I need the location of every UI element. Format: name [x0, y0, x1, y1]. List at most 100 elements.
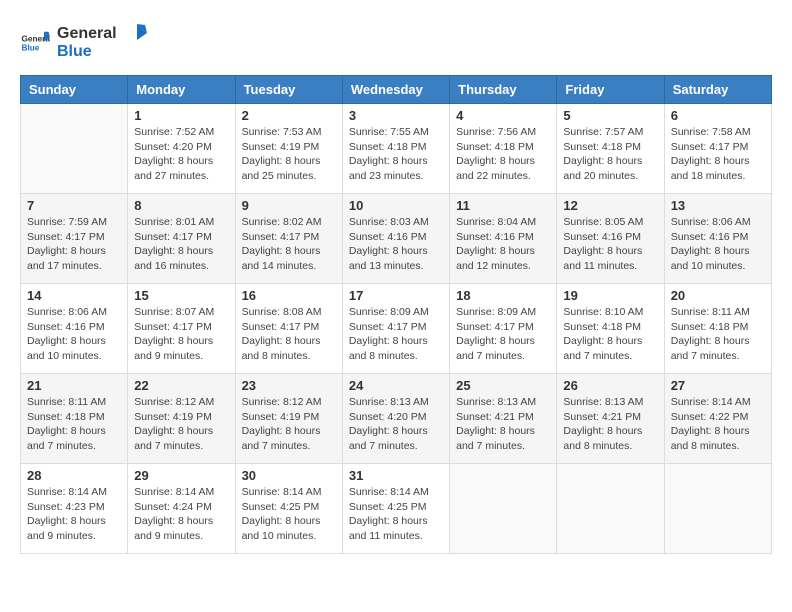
day-info: Sunrise: 8:11 AMSunset: 4:18 PMDaylight:… — [27, 395, 121, 454]
day-info: Sunrise: 7:56 AMSunset: 4:18 PMDaylight:… — [456, 125, 550, 184]
calendar-week-row: 21 Sunrise: 8:11 AMSunset: 4:18 PMDayligh… — [21, 374, 772, 464]
calendar-day-cell: 10Sunrise: 8:03 AMSunset: 4:16 PMDayligh… — [342, 194, 449, 284]
calendar-day-cell: 12 Sunrise: 8:05 AMSunset: 4:16 PMDayligh… — [557, 194, 664, 284]
day-info: Sunrise: 8:06 AMSunset: 4:16 PMDaylight:… — [27, 305, 121, 364]
calendar-day-cell — [450, 464, 557, 554]
day-info: Sunrise: 7:52 AMSunset: 4:20 PMDaylight:… — [134, 125, 228, 184]
calendar-day-cell: 25 Sunrise: 8:13 AMSunset: 4:21 PMDayligh… — [450, 374, 557, 464]
calendar-day-cell: 1Sunrise: 7:52 AMSunset: 4:20 PMDaylight… — [128, 104, 235, 194]
calendar-day-cell: 3 Sunrise: 7:55 AMSunset: 4:18 PMDaylight… — [342, 104, 449, 194]
day-number: 29 — [134, 468, 228, 483]
day-number: 4 — [456, 108, 550, 123]
day-number: 14 — [27, 288, 121, 303]
calendar-day-cell: 24Sunrise: 8:13 AMSunset: 4:20 PMDayligh… — [342, 374, 449, 464]
day-number: 26 — [563, 378, 657, 393]
calendar-day-cell: 11 Sunrise: 8:04 AMSunset: 4:16 PMDayligh… — [450, 194, 557, 284]
day-number: 3 — [349, 108, 443, 123]
calendar-day-cell: 29 Sunrise: 8:14 AMSunset: 4:24 PMDayligh… — [128, 464, 235, 554]
header: General Blue General Blue — [20, 20, 772, 65]
calendar-day-cell: 21 Sunrise: 8:11 AMSunset: 4:18 PMDayligh… — [21, 374, 128, 464]
calendar-day-cell: 23 Sunrise: 8:12 AMSunset: 4:19 PMDayligh… — [235, 374, 342, 464]
day-number: 2 — [242, 108, 336, 123]
day-info: Sunrise: 8:13 AMSunset: 4:21 PMDaylight:… — [456, 395, 550, 454]
calendar-day-cell — [664, 464, 771, 554]
day-number: 23 — [242, 378, 336, 393]
calendar-day-cell: 18Sunrise: 8:09 AMSunset: 4:17 PMDayligh… — [450, 284, 557, 374]
day-number: 25 — [456, 378, 550, 393]
calendar-day-cell: 2 Sunrise: 7:53 AMSunset: 4:19 PMDaylight… — [235, 104, 342, 194]
day-info: Sunrise: 8:14 AMSunset: 4:22 PMDaylight:… — [671, 395, 765, 454]
svg-text:Blue: Blue — [57, 43, 92, 60]
calendar-day-cell: 26 Sunrise: 8:13 AMSunset: 4:21 PMDayligh… — [557, 374, 664, 464]
calendar-day-cell: 6Sunrise: 7:58 AMSunset: 4:17 PMDaylight… — [664, 104, 771, 194]
calendar-day-cell: 20Sunrise: 8:11 AMSunset: 4:18 PMDayligh… — [664, 284, 771, 374]
calendar-day-cell — [557, 464, 664, 554]
weekday-header: Thursday — [450, 76, 557, 104]
day-number: 19 — [563, 288, 657, 303]
calendar-day-cell: 31 Sunrise: 8:14 AMSunset: 4:25 PMDayligh… — [342, 464, 449, 554]
day-number: 11 — [456, 198, 550, 213]
day-info: Sunrise: 8:12 AMSunset: 4:19 PMDaylight:… — [134, 395, 228, 454]
day-info: Sunrise: 8:13 AMSunset: 4:21 PMDaylight:… — [563, 395, 657, 454]
calendar-day-cell: 5Sunrise: 7:57 AMSunset: 4:18 PMDaylight… — [557, 104, 664, 194]
day-number: 21 — [27, 378, 121, 393]
calendar-week-row: 14 Sunrise: 8:06 AMSunset: 4:16 PMDayligh… — [21, 284, 772, 374]
svg-text:General: General — [57, 25, 117, 42]
calendar-day-cell: 8 Sunrise: 8:01 AMSunset: 4:17 PMDaylight… — [128, 194, 235, 284]
day-info: Sunrise: 8:14 AMSunset: 4:25 PMDaylight:… — [349, 485, 443, 544]
day-info: Sunrise: 8:03 AMSunset: 4:16 PMDaylight:… — [349, 215, 443, 274]
day-info: Sunrise: 8:08 AMSunset: 4:17 PMDaylight:… — [242, 305, 336, 364]
day-number: 30 — [242, 468, 336, 483]
calendar-week-row: 7 Sunrise: 7:59 AMSunset: 4:17 PMDaylight… — [21, 194, 772, 284]
day-number: 7 — [27, 198, 121, 213]
day-info: Sunrise: 8:14 AMSunset: 4:24 PMDaylight:… — [134, 485, 228, 544]
calendar-day-cell: 19 Sunrise: 8:10 AMSunset: 4:18 PMDayligh… — [557, 284, 664, 374]
calendar-week-row: 1Sunrise: 7:52 AMSunset: 4:20 PMDaylight… — [21, 104, 772, 194]
weekday-header: Friday — [557, 76, 664, 104]
calendar-day-cell: 4 Sunrise: 7:56 AMSunset: 4:18 PMDaylight… — [450, 104, 557, 194]
weekday-header: Wednesday — [342, 76, 449, 104]
day-info: Sunrise: 8:09 AMSunset: 4:17 PMDaylight:… — [456, 305, 550, 364]
day-info: Sunrise: 8:05 AMSunset: 4:16 PMDaylight:… — [563, 215, 657, 274]
calendar-day-cell: 17 Sunrise: 8:09 AMSunset: 4:17 PMDayligh… — [342, 284, 449, 374]
day-info: Sunrise: 8:11 AMSunset: 4:18 PMDaylight:… — [671, 305, 765, 364]
day-info: Sunrise: 8:14 AMSunset: 4:25 PMDaylight:… — [242, 485, 336, 544]
day-info: Sunrise: 8:12 AMSunset: 4:19 PMDaylight:… — [242, 395, 336, 454]
day-number: 28 — [27, 468, 121, 483]
day-number: 6 — [671, 108, 765, 123]
day-number: 13 — [671, 198, 765, 213]
logo: General Blue General Blue — [20, 20, 147, 65]
day-number: 12 — [563, 198, 657, 213]
day-info: Sunrise: 8:01 AMSunset: 4:17 PMDaylight:… — [134, 215, 228, 274]
calendar-day-cell: 13Sunrise: 8:06 AMSunset: 4:16 PMDayligh… — [664, 194, 771, 284]
svg-text:Blue: Blue — [22, 43, 40, 52]
day-number: 31 — [349, 468, 443, 483]
day-info: Sunrise: 8:02 AMSunset: 4:17 PMDaylight:… — [242, 215, 336, 274]
day-number: 9 — [242, 198, 336, 213]
day-info: Sunrise: 7:55 AMSunset: 4:18 PMDaylight:… — [349, 125, 443, 184]
day-number: 22 — [134, 378, 228, 393]
day-info: Sunrise: 8:04 AMSunset: 4:16 PMDaylight:… — [456, 215, 550, 274]
day-info: Sunrise: 7:59 AMSunset: 4:17 PMDaylight:… — [27, 215, 121, 274]
weekday-header: Monday — [128, 76, 235, 104]
day-number: 17 — [349, 288, 443, 303]
day-info: Sunrise: 8:14 AMSunset: 4:23 PMDaylight:… — [27, 485, 121, 544]
calendar-day-cell: 30 Sunrise: 8:14 AMSunset: 4:25 PMDayligh… — [235, 464, 342, 554]
day-info: Sunrise: 7:53 AMSunset: 4:19 PMDaylight:… — [242, 125, 336, 184]
calendar-day-cell: 16 Sunrise: 8:08 AMSunset: 4:17 PMDayligh… — [235, 284, 342, 374]
day-number: 8 — [134, 198, 228, 213]
weekday-header: Saturday — [664, 76, 771, 104]
logo-icon: General Blue — [20, 28, 50, 58]
logo-svg: General Blue — [57, 20, 147, 60]
calendar-week-row: 28 Sunrise: 8:14 AMSunset: 4:23 PMDayligh… — [21, 464, 772, 554]
day-info: Sunrise: 7:57 AMSunset: 4:18 PMDaylight:… — [563, 125, 657, 184]
day-info: Sunrise: 8:09 AMSunset: 4:17 PMDaylight:… — [349, 305, 443, 364]
calendar-table: SundayMondayTuesdayWednesdayThursdayFrid… — [20, 75, 772, 554]
day-number: 27 — [671, 378, 765, 393]
day-number: 15 — [134, 288, 228, 303]
day-number: 16 — [242, 288, 336, 303]
weekday-header: Sunday — [21, 76, 128, 104]
day-info: Sunrise: 8:10 AMSunset: 4:18 PMDaylight:… — [563, 305, 657, 364]
calendar-day-cell — [21, 104, 128, 194]
calendar-day-cell: 9 Sunrise: 8:02 AMSunset: 4:17 PMDaylight… — [235, 194, 342, 284]
